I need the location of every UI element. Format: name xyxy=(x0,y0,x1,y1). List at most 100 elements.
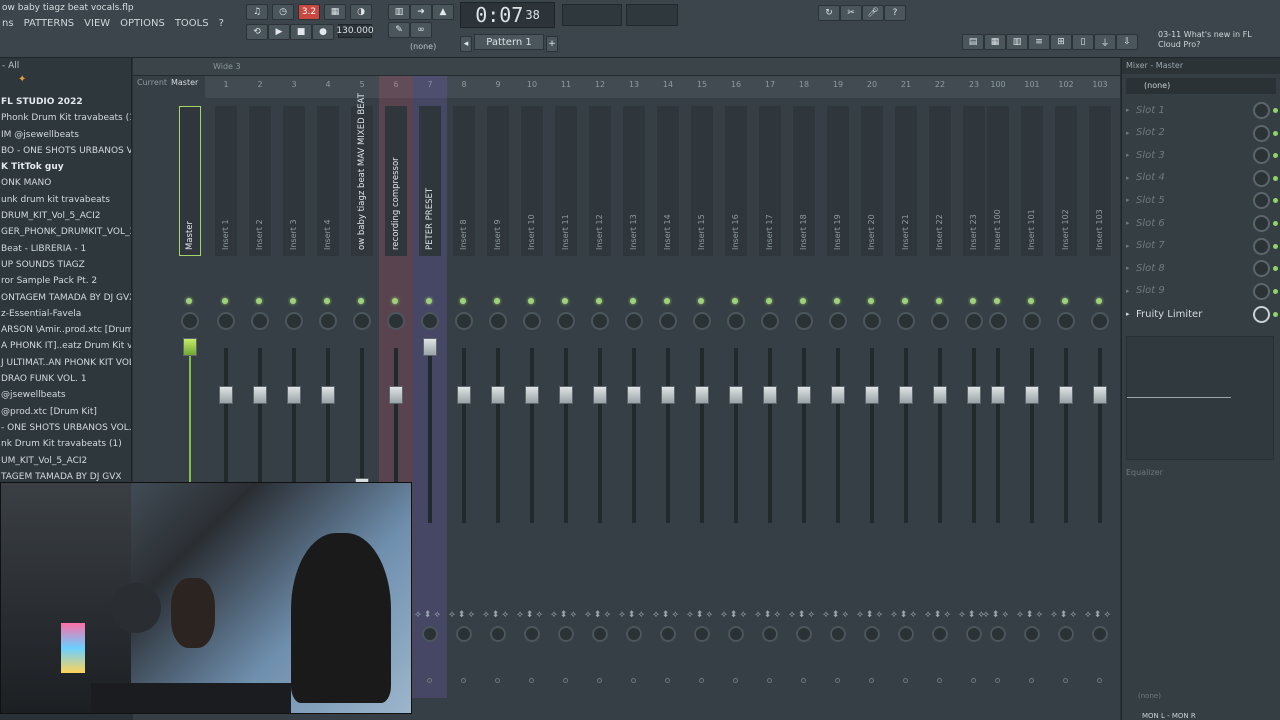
slot-led-icon[interactable] xyxy=(1273,108,1278,113)
strip-enable-led[interactable] xyxy=(994,298,1000,304)
strip-enable-led[interactable] xyxy=(186,298,192,304)
help-icon[interactable]: ? xyxy=(884,5,906,21)
route-dot[interactable] xyxy=(971,678,976,683)
route-arrows-icon[interactable]: ⟡ ⬍ ⟡ xyxy=(755,610,780,620)
cut-icon[interactable]: ✂ xyxy=(840,5,862,21)
strip-pan-knob[interactable] xyxy=(251,312,269,330)
volume-fader[interactable] xyxy=(183,338,197,356)
browser-item[interactable]: K TitTok guy xyxy=(0,159,131,175)
volume-fader[interactable] xyxy=(1093,386,1107,404)
send-knob[interactable] xyxy=(592,626,608,642)
effect-slot[interactable]: ▸ Slot 9 xyxy=(1126,281,1278,301)
route-arrows-icon[interactable]: ⟡ ⬍ ⟡ xyxy=(1051,610,1076,620)
route-dot[interactable] xyxy=(563,678,568,683)
strip-pan-knob[interactable] xyxy=(863,312,881,330)
send-knob[interactable] xyxy=(660,626,676,642)
route-dot[interactable] xyxy=(699,678,704,683)
strip-enable-led[interactable] xyxy=(902,298,908,304)
slot-led-icon[interactable] xyxy=(1273,198,1278,204)
strip-enable-led[interactable] xyxy=(562,298,568,304)
route-dot[interactable] xyxy=(495,678,500,683)
strip-pan-knob[interactable] xyxy=(829,312,847,330)
strip-pan-knob[interactable] xyxy=(989,312,1007,330)
channel-rack-icon[interactable]: ▦ xyxy=(984,34,1006,50)
insert-strip[interactable]: Insert 102 ⟡ ⬍ ⟡ xyxy=(1049,98,1083,720)
volume-fader[interactable] xyxy=(729,386,743,404)
strip-enable-led[interactable] xyxy=(800,298,806,304)
route-dot[interactable] xyxy=(835,678,840,683)
mix-knob[interactable] xyxy=(1253,124,1270,142)
volume-fader[interactable] xyxy=(797,386,811,404)
volume-fader[interactable] xyxy=(491,386,505,404)
volume-fader[interactable] xyxy=(967,386,981,404)
strip-pan-knob[interactable] xyxy=(523,312,541,330)
send-knob[interactable] xyxy=(898,626,914,642)
send-knob[interactable] xyxy=(422,626,438,642)
mic-icon[interactable]: 🎤︎ xyxy=(862,5,884,21)
send-knob[interactable] xyxy=(490,626,506,642)
strip-enable-led[interactable] xyxy=(392,298,398,304)
slot-led-icon[interactable] xyxy=(1273,130,1278,136)
strip-pan-knob[interactable] xyxy=(217,312,235,330)
effect-slot[interactable]: ▸ Slot 4 xyxy=(1126,168,1278,188)
volume-fader[interactable] xyxy=(253,386,267,404)
send-knob[interactable] xyxy=(1058,626,1074,642)
send-knob[interactable] xyxy=(524,626,540,642)
browser-item[interactable]: FL STUDIO 2022 xyxy=(0,94,131,110)
strip-pan-knob[interactable] xyxy=(489,312,507,330)
insert-strip[interactable]: Insert 13 ⟡ ⬍ ⟡ xyxy=(617,98,651,720)
route-dot[interactable] xyxy=(631,678,636,683)
eq-display[interactable] xyxy=(1126,336,1274,460)
menu-tools[interactable]: TOOLS xyxy=(173,18,211,29)
undo-icon[interactable]: ↻ xyxy=(818,5,840,21)
slot-led-icon[interactable] xyxy=(1273,175,1278,181)
send-knob[interactable] xyxy=(966,626,982,642)
preset-selector[interactable]: (none) xyxy=(1126,78,1276,94)
route-dot[interactable] xyxy=(869,678,874,683)
browser-item[interactable]: @jsewellbeats xyxy=(0,387,131,403)
insert-strip[interactable]: Insert 20 ⟡ ⬍ ⟡ xyxy=(855,98,889,720)
strip-enable-led[interactable] xyxy=(1028,298,1034,304)
strip-enable-led[interactable] xyxy=(732,298,738,304)
insert-strip[interactable]: Insert 10 ⟡ ⬍ ⟡ xyxy=(515,98,549,720)
strip-pan-knob[interactable] xyxy=(1023,312,1041,330)
effect-slot[interactable]: ▸ Slot 3 xyxy=(1126,145,1278,165)
route-dot[interactable] xyxy=(427,678,432,683)
send-knob[interactable] xyxy=(864,626,880,642)
route-dot[interactable] xyxy=(903,678,908,683)
mix-knob[interactable] xyxy=(1253,215,1270,232)
strip-enable-led[interactable] xyxy=(664,298,670,304)
slot-led-icon[interactable] xyxy=(1273,243,1278,249)
browser-item[interactable]: Phonk Drum Kit travabeats (1) xyxy=(0,110,131,126)
route-arrows-icon[interactable]: ⟡ ⬍ ⟡ xyxy=(721,610,746,620)
link-icon[interactable]: ∞ xyxy=(410,22,432,38)
strip-pan-knob[interactable] xyxy=(931,312,949,330)
volume-fader[interactable] xyxy=(457,386,471,404)
effect-slot[interactable]: ▸ Slot 5 xyxy=(1126,190,1278,210)
strip-pan-knob[interactable] xyxy=(693,312,711,330)
route-dot[interactable] xyxy=(665,678,670,683)
strip-pan-knob[interactable] xyxy=(421,312,439,330)
volume-fader[interactable] xyxy=(389,386,403,404)
arrow-icon[interactable]: ➜ xyxy=(410,4,432,20)
volume-fader[interactable] xyxy=(1025,386,1039,404)
route-dot[interactable] xyxy=(1029,678,1034,683)
volume-fader[interactable] xyxy=(695,386,709,404)
strip-pan-knob[interactable] xyxy=(659,312,677,330)
volume-fader[interactable] xyxy=(865,386,879,404)
add-pattern-icon[interactable]: + xyxy=(546,36,558,52)
route-arrows-icon[interactable]: ⟡ ⬍ ⟡ xyxy=(789,610,814,620)
strip-pan-knob[interactable] xyxy=(353,312,371,330)
insert-strip[interactable]: Insert 16 ⟡ ⬍ ⟡ xyxy=(719,98,753,720)
metronome-icon[interactable]: ◷ xyxy=(272,4,294,20)
mixer-view-label[interactable]: Wide 3 xyxy=(213,62,241,71)
insert-strip[interactable]: Insert 9 ⟡ ⬍ ⟡ xyxy=(481,98,515,720)
strip-enable-led[interactable] xyxy=(698,298,704,304)
strip-enable-led[interactable] xyxy=(324,298,330,304)
time-display[interactable]: 0:07 38 xyxy=(460,2,555,28)
piano-roll-icon[interactable]: ▥ xyxy=(1006,34,1028,50)
browser-item[interactable]: unk drum kit travabeats xyxy=(0,192,131,208)
slot-led-icon[interactable] xyxy=(1273,153,1278,159)
browser-item[interactable]: BO - ONE SHOTS URBANOS VOL. 2 xyxy=(0,143,131,159)
download-icon[interactable]: ⇩ xyxy=(1116,34,1138,50)
